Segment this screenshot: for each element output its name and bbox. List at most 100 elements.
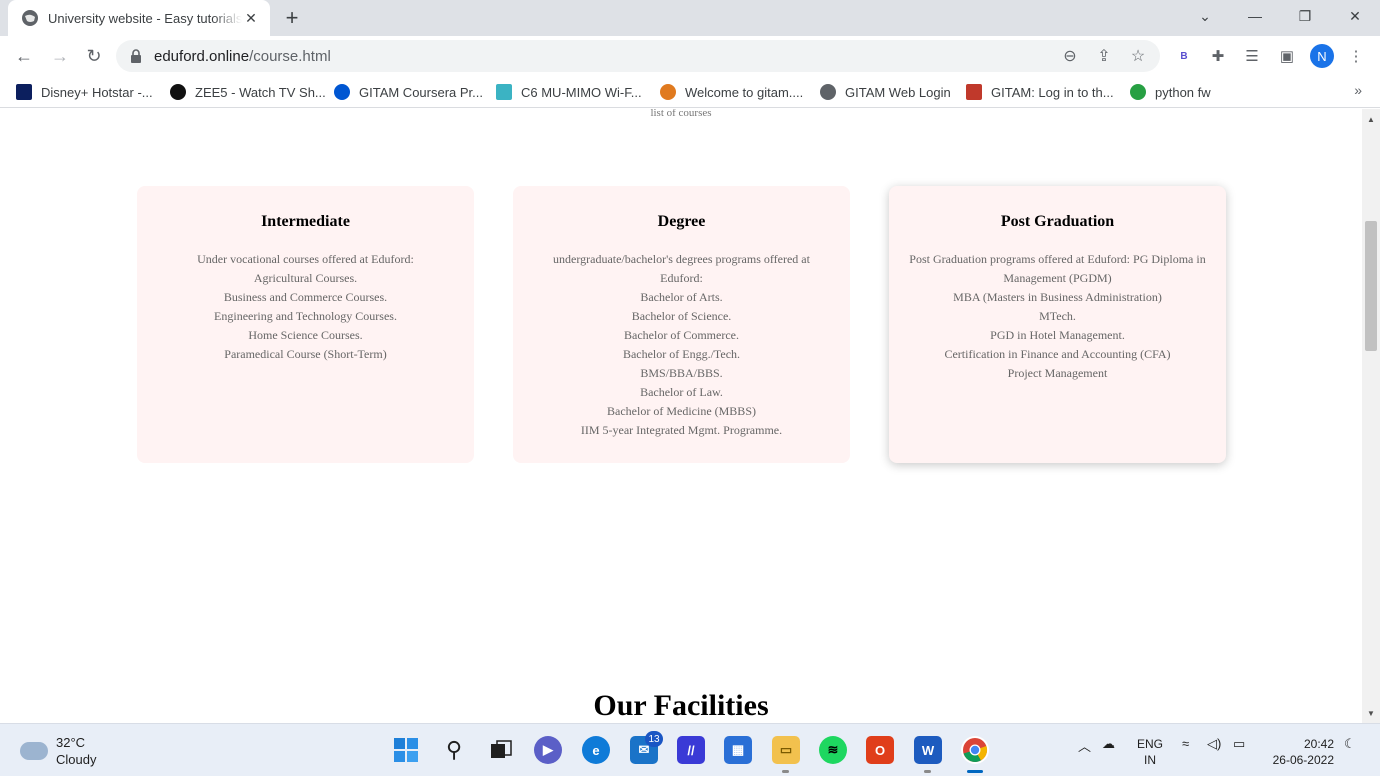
- task-view-icon[interactable]: [487, 736, 515, 764]
- office-icon[interactable]: O: [866, 736, 894, 764]
- card-line: Bachelor of Arts.: [640, 290, 723, 304]
- card-line: IIM 5-year Integrated Mgmt. Programme.: [580, 423, 783, 437]
- profile-avatar[interactable]: N: [1310, 44, 1334, 68]
- clock[interactable]: 20:42 26-06-2022: [1262, 736, 1334, 768]
- reading-list-icon[interactable]: ☰: [1240, 44, 1264, 68]
- cloud-icon: [20, 742, 48, 760]
- word-icon[interactable]: W: [914, 736, 942, 764]
- bookmark-item[interactable]: python fw: [1130, 83, 1211, 101]
- card-body: Post Graduation programs offered at Eduf…: [905, 250, 1210, 383]
- page-viewport: list of courses Intermediate Under vocat…: [0, 109, 1362, 723]
- card-body: Under vocational courses offered at Eduf…: [153, 250, 458, 364]
- card-title: Post Graduation: [1000, 213, 1115, 230]
- address-bar[interactable]: eduford.online/course.html ⊖ ⇪ ☆: [116, 40, 1160, 72]
- tab-active[interactable]: University website - Easy tutorials ✕: [8, 0, 270, 36]
- chrome-icon[interactable]: [961, 736, 989, 764]
- course-card-post-graduation: Post Graduation Post Graduation programs…: [889, 186, 1226, 463]
- running-indicator: [782, 770, 789, 773]
- card-body: undergraduate/bachelor's degrees program…: [547, 250, 817, 440]
- more-bookmarks-icon[interactable]: »: [1354, 82, 1362, 98]
- bookmark-label: ZEE5 - Watch TV Sh...: [195, 84, 326, 100]
- tab-title: University website - Easy tutorials: [48, 10, 242, 26]
- bookmark-star-icon[interactable]: ☆: [1128, 46, 1148, 66]
- bookmark-item[interactable]: GITAM: Log in to th...: [966, 83, 1114, 101]
- reload-button[interactable]: ↻: [82, 44, 106, 68]
- weather-widget[interactable]: 32°C Cloudy: [20, 734, 96, 768]
- card-line: MTech.: [1039, 309, 1076, 323]
- card-line: Engineering and Technology Courses.: [214, 309, 397, 323]
- lock-icon: [131, 49, 141, 63]
- bookmark-label: Disney+ Hotstar -...: [41, 84, 153, 100]
- bookmark-label: GITAM Web Login: [845, 84, 951, 100]
- scroll-thumb[interactable]: [1365, 221, 1377, 351]
- show-hidden-icons-icon[interactable]: ︿: [1078, 736, 1091, 755]
- card-line: Certification in Finance and Accounting …: [944, 347, 1171, 361]
- running-indicator: [924, 770, 931, 773]
- bookmark-label: GITAM: Log in to th...: [991, 84, 1114, 100]
- bookmarks-bar: Disney+ Hotstar -... ZEE5 - Watch TV Sh.…: [0, 76, 1380, 108]
- notifications-moon-icon[interactable]: ☾: [1344, 736, 1356, 752]
- weather-condition: Cloudy: [56, 752, 97, 767]
- back-button[interactable]: ←: [12, 44, 36, 68]
- windows-taskbar: 32°C Cloudy ⚲ ▶ e ✉ 13 // ▦ ▭ ≋ O W ︿ ☁ …: [0, 723, 1380, 776]
- zoom-icon[interactable]: ⊖: [1060, 46, 1080, 66]
- globe-icon: [820, 84, 836, 100]
- temperature: 32°C: [56, 735, 86, 750]
- card-line: Agricultural Courses.: [253, 271, 358, 285]
- edge-icon[interactable]: e: [582, 736, 610, 764]
- file-explorer-icon[interactable]: ▭: [772, 736, 800, 764]
- gitam-sun-icon: [660, 84, 676, 100]
- gitam-logo-icon: [966, 84, 982, 100]
- card-line: PGD in Hotel Management.: [990, 328, 1125, 342]
- mail-badge: 13: [645, 731, 663, 747]
- course-card-intermediate: Intermediate Under vocational courses of…: [137, 186, 474, 463]
- url-host: eduford.online: [154, 47, 250, 65]
- tab-search-icon[interactable]: ⌄: [1180, 0, 1230, 32]
- extension-b-icon[interactable]: B: [1172, 44, 1196, 68]
- new-tab-button[interactable]: +: [280, 5, 304, 30]
- ms-store-dev-icon[interactable]: //: [677, 736, 705, 764]
- menu-kebab-icon[interactable]: ⋮: [1344, 44, 1368, 68]
- card-line: undergraduate/bachelor's degrees program…: [553, 252, 810, 285]
- card-line: Business and Commerce Courses.: [223, 290, 388, 304]
- onedrive-cloud-icon[interactable]: ☁: [1102, 736, 1115, 752]
- search-icon[interactable]: ⚲: [440, 736, 468, 764]
- share-icon[interactable]: ⇪: [1094, 46, 1114, 66]
- wifi-icon[interactable]: ≈: [1182, 736, 1189, 751]
- card-line: BMS/BBA/BBS.: [640, 366, 723, 380]
- minimize-button[interactable]: —: [1230, 0, 1280, 32]
- bookmark-item[interactable]: GITAM Web Login: [820, 83, 951, 101]
- teams-chat-icon[interactable]: ▶: [534, 736, 562, 764]
- battery-icon[interactable]: ▭: [1233, 736, 1245, 752]
- card-title: Degree: [657, 213, 706, 230]
- card-line: MBA (Masters in Business Administration): [953, 290, 1162, 304]
- card-line: Project Management: [1007, 366, 1108, 380]
- bookmark-item[interactable]: Disney+ Hotstar -...: [16, 83, 153, 101]
- bookmark-item[interactable]: ZEE5 - Watch TV Sh...: [170, 83, 326, 101]
- bookmark-item[interactable]: Welcome to gitam....: [660, 83, 803, 101]
- bookmark-item[interactable]: C6 MU-MIMO Wi-F...: [496, 83, 642, 101]
- tab-strip: University website - Easy tutorials ✕ + …: [0, 0, 1380, 36]
- spotify-icon[interactable]: ≋: [819, 736, 847, 764]
- card-title: Intermediate: [261, 213, 350, 230]
- side-panel-icon[interactable]: ▣: [1275, 44, 1299, 68]
- close-window-button[interactable]: ✕: [1330, 0, 1380, 32]
- card-line: Bachelor of Medicine (MBBS): [607, 404, 756, 418]
- date: 26-06-2022: [1272, 753, 1334, 767]
- restore-button[interactable]: ❐: [1280, 0, 1330, 32]
- scroll-up-arrow-icon[interactable]: ▲: [1362, 111, 1380, 127]
- bookmark-item[interactable]: GITAM Coursera Pr...: [334, 83, 483, 101]
- microsoft-store-icon[interactable]: ▦: [724, 736, 752, 764]
- url-path: /course.html: [249, 47, 331, 65]
- language-indicator[interactable]: ENG IN: [1137, 736, 1163, 768]
- page-scrollbar[interactable]: ▲ ▼: [1362, 109, 1380, 723]
- extensions-puzzle-icon[interactable]: ✚: [1206, 44, 1230, 68]
- volume-icon[interactable]: ◁): [1207, 736, 1221, 752]
- card-line: Paramedical Course (Short-Term): [224, 347, 387, 361]
- bookmark-label: python fw: [1155, 84, 1211, 100]
- scroll-down-arrow-icon[interactable]: ▼: [1362, 705, 1380, 721]
- region-code: IN: [1144, 753, 1156, 767]
- close-tab-icon[interactable]: ✕: [242, 9, 260, 27]
- start-windows-icon[interactable]: [392, 736, 420, 764]
- forward-button[interactable]: →: [48, 44, 72, 68]
